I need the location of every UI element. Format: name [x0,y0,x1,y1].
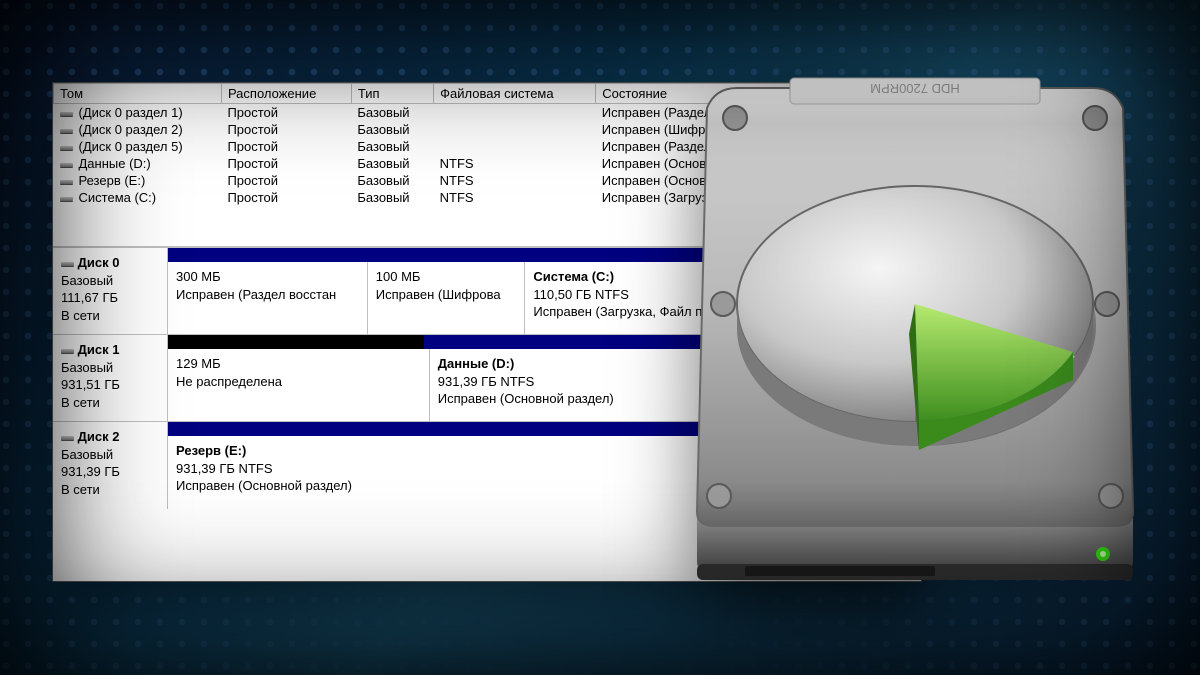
cell-fs: NTFS [434,155,596,172]
disk-management-window: Том Расположение Тип Файловая система Со… [52,82,922,582]
cell-type: Базовый [351,155,433,172]
cell-fs: NTFS [434,189,596,206]
cell-volume: (Диск 0 раздел 2) [73,121,222,138]
col-filesystem[interactable]: Файловая система [434,84,596,104]
volumes-table[interactable]: Том Расположение Тип Файловая система Со… [53,83,921,206]
partition[interactable]: 100 МБИсправен (Шифрова [368,262,526,334]
cell-status: Исправен (Раздел восстановления) [596,104,921,122]
cell-volume: Данные (D:) [73,155,222,172]
volume-icon [60,129,73,133]
cell-layout: Простой [221,189,351,206]
col-volume[interactable]: Том [54,84,222,104]
disk-label: Диск 1Базовый931,51 ГБВ сети [53,335,168,421]
volume-icon [60,112,73,116]
cell-volume: Резерв (E:) [73,172,222,189]
cell-layout: Простой [221,155,351,172]
col-status[interactable]: Состояние [596,84,921,104]
cell-status: Исправен (Раздел восстановления) [596,138,921,155]
cell-fs [434,138,596,155]
volume-icon [60,163,73,167]
table-header-row: Том Расположение Тип Файловая система Со… [54,84,921,104]
cell-type: Базовый [351,189,433,206]
disk-icon [61,349,74,353]
table-row[interactable]: Данные (D:)ПростойБазовыйNTFSИсправен (О… [54,155,921,172]
partition[interactable]: Данные (D:)931,39 ГБ NTFSИсправен (Основ… [430,349,921,421]
cell-volume: (Диск 0 раздел 1) [73,104,222,122]
disk-usage-bar [168,335,921,349]
partition[interactable]: Резерв (E:)931,39 ГБ NTFSИсправен (Основ… [168,436,921,508]
cell-type: Базовый [351,172,433,189]
cell-status: Исправен (Загрузка, Файл подкачки, А [596,189,921,206]
partition[interactable]: 300 МБИсправен (Раздел восстан [168,262,368,334]
cell-layout: Простой [221,172,351,189]
disk-icon [61,262,74,266]
cell-status: Исправен (Шифрованный (EFI) системн [596,121,921,138]
partition[interactable]: 129 МБНе распределена [168,349,430,421]
disk-icon [61,436,74,440]
cell-type: Базовый [351,104,433,122]
col-layout[interactable]: Расположение [221,84,351,104]
cell-fs: NTFS [434,172,596,189]
cell-layout: Простой [221,104,351,122]
col-type[interactable]: Тип [351,84,433,104]
table-row[interactable]: Система (C:)ПростойБазовыйNTFSИсправен (… [54,189,921,206]
cell-layout: Простой [221,138,351,155]
disks-pane: Диск 0Базовый111,67 ГБВ сети300 МБИсправ… [53,246,921,509]
table-row[interactable]: (Диск 0 раздел 5)ПростойБазовый Исправен … [54,138,921,155]
cell-type: Базовый [351,138,433,155]
table-row[interactable]: (Диск 0 раздел 1)ПростойБазовый Исправен … [54,104,921,122]
disk-row[interactable]: Диск 2Базовый931,39 ГБВ сетиРезерв (E:)9… [53,421,921,508]
cell-volume: Система (C:) [73,189,222,206]
disk-usage-bar [168,422,921,436]
cell-status: Исправен (Основной раздел) [596,172,921,189]
disk-usage-bar [168,248,921,262]
disk-label: Диск 2Базовый931,39 ГБВ сети [53,422,168,508]
cell-fs [434,104,596,122]
disk-row[interactable]: Диск 1Базовый931,51 ГБВ сети129 МБНе рас… [53,334,921,421]
cell-layout: Простой [221,121,351,138]
volume-icon [60,180,73,184]
cell-type: Базовый [351,121,433,138]
table-row[interactable]: (Диск 0 раздел 2)ПростойБазовый Исправен … [54,121,921,138]
disk-label: Диск 0Базовый111,67 ГБВ сети [53,248,168,334]
volume-icon [60,197,73,201]
partition[interactable]: Система (C:)110,50 ГБ NTFSИсправен (Загр… [525,262,921,334]
cell-volume: (Диск 0 раздел 5) [73,138,222,155]
volume-icon [60,146,73,150]
cell-fs [434,121,596,138]
table-row[interactable]: Резерв (E:)ПростойБазовыйNTFSИсправен (О… [54,172,921,189]
disk-row[interactable]: Диск 0Базовый111,67 ГБВ сети300 МБИсправ… [53,247,921,334]
cell-status: Исправен (Основной раздел) [596,155,921,172]
